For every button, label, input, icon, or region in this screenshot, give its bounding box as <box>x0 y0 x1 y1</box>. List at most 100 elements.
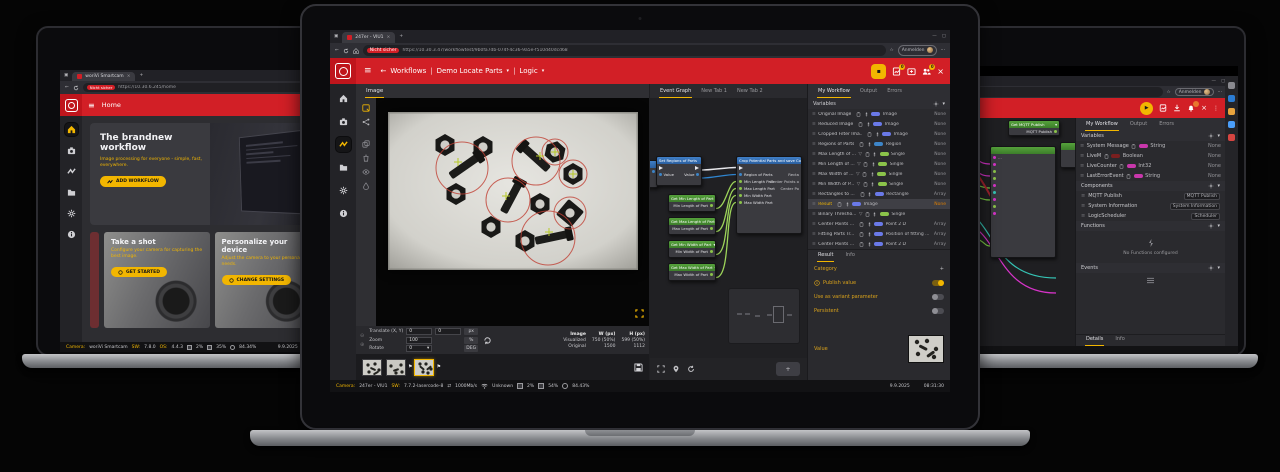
edge-sidebar-icon[interactable] <box>1228 95 1235 102</box>
component-row[interactable]: ≡ LogicScheduler Scheduler <box>1076 211 1225 221</box>
component-row[interactable]: ≡ System Information System Information <box>1076 201 1225 211</box>
image-thumbnail[interactable] <box>386 359 406 376</box>
tab-image[interactable]: Image <box>365 86 384 98</box>
clipboard-icon[interactable] <box>1126 174 1131 179</box>
back-icon[interactable]: ← <box>65 85 69 90</box>
gear-icon[interactable] <box>1208 133 1214 139</box>
tab-info[interactable]: Info <box>1114 334 1125 346</box>
image-viewport[interactable] <box>376 98 649 326</box>
translate-y-input[interactable]: 0 <box>435 328 461 335</box>
carousel-card-edge[interactable] <box>90 232 99 328</box>
tab-details[interactable]: Details <box>1085 334 1104 346</box>
clipboard-icon[interactable] <box>859 142 864 147</box>
drag-handle[interactable]: ≡ <box>812 162 816 167</box>
pin-icon[interactable] <box>867 242 872 247</box>
sidebar-item-info[interactable] <box>336 206 351 221</box>
variable-row[interactable]: ≡ Fitting Parts Tr... Position of fittin… <box>808 229 950 239</box>
pin-icon[interactable] <box>866 122 871 127</box>
drag-handle[interactable]: ≡ <box>812 222 816 227</box>
clipboard-icon[interactable] <box>837 202 842 207</box>
rotate-select[interactable]: 0▾ <box>406 345 432 352</box>
clipboard-icon[interactable] <box>867 132 872 137</box>
tab-info[interactable]: Info <box>844 250 855 262</box>
variable-row[interactable]: ≡ LiveM Boolean None <box>1076 151 1225 161</box>
collapse-icon[interactable]: ▾ <box>942 101 945 107</box>
graph-node[interactable]: Get MQTT Publish▾ MQTT Publish <box>1008 120 1060 136</box>
variable-row[interactable]: ≡ Max Width of ... ▽ Single None <box>808 169 950 179</box>
back-to-workflows-icon[interactable]: ← <box>381 67 387 75</box>
close-workflow-icon[interactable]: × <box>1201 104 1207 112</box>
tab-output[interactable]: Output <box>859 86 878 98</box>
gear-icon[interactable] <box>933 101 939 107</box>
drag-handle[interactable]: ≡ <box>812 142 816 147</box>
report-icon[interactable] <box>1159 104 1167 112</box>
node-input-pin[interactable]: Min Width Part <box>744 193 772 198</box>
variables-section-header[interactable]: Variables ▾ <box>1076 131 1225 141</box>
tab-errors[interactable]: Errors <box>886 86 903 98</box>
browser-tab[interactable]: 247er - VIU1 × <box>342 32 395 43</box>
variable-row[interactable]: ≡ Max Length of ... ▽ Single None <box>808 149 950 159</box>
graph-node-getter[interactable]: Get Min Length of Part▾ Min Length of Pa… <box>668 194 716 212</box>
variable-row[interactable]: ≡ Original Image Image None <box>808 109 950 119</box>
trash-icon[interactable] <box>362 154 370 162</box>
pin-icon[interactable] <box>872 152 877 157</box>
signin-button[interactable]: Anmelden <box>898 45 937 56</box>
pin-icon[interactable] <box>864 112 869 117</box>
drag-handle[interactable]: ≡ <box>812 182 816 187</box>
tab-output[interactable]: Output <box>1129 119 1148 131</box>
drag-handle[interactable]: ≡ <box>1081 203 1085 209</box>
clipboard-icon[interactable] <box>865 212 870 217</box>
drag-handle[interactable]: ≡ <box>1080 173 1084 179</box>
fit-image-icon[interactable] <box>635 309 644 318</box>
gear-icon[interactable] <box>1208 223 1214 229</box>
variable-row[interactable]: ≡ System Message String None <box>1076 141 1225 151</box>
collapse-icon[interactable]: ▾ <box>1217 183 1220 189</box>
save-icon[interactable] <box>634 363 643 372</box>
fit-graph-icon[interactable] <box>657 365 665 373</box>
run-button[interactable]: ▶ <box>1140 102 1153 115</box>
clipboard-icon[interactable] <box>858 122 863 127</box>
add-category-icon[interactable]: + <box>940 266 944 272</box>
browser-tab[interactable]: woriVi Smartcam × <box>72 72 135 81</box>
tab-my-workflow[interactable]: My Workflow <box>817 86 851 98</box>
pin-icon[interactable] <box>871 162 876 167</box>
node-output-pin[interactable]: Recta <box>788 172 799 177</box>
tab-errors[interactable]: Errors <box>1158 119 1175 131</box>
tab-my-workflow[interactable]: My Workflow <box>1085 119 1119 131</box>
drag-handle[interactable]: ≡ <box>1080 163 1084 169</box>
drag-handle[interactable]: ≡ <box>812 112 816 117</box>
drag-handle[interactable]: ≡ <box>812 202 816 207</box>
zoom-input[interactable]: 100 <box>406 337 432 344</box>
home-icon[interactable] <box>353 48 359 54</box>
new-tab-button[interactable]: + <box>139 73 143 78</box>
notifications-icon[interactable] <box>1187 104 1195 112</box>
graph-node[interactable] <box>1060 142 1075 168</box>
drag-handle[interactable]: ≡ <box>1081 213 1085 219</box>
locate-icon[interactable] <box>672 365 680 373</box>
events-section-header[interactable]: Events ▾ <box>1076 263 1225 273</box>
clipboard-icon[interactable] <box>1119 164 1124 169</box>
share-nodes-icon[interactable] <box>362 118 370 126</box>
clipboard-icon[interactable] <box>1104 154 1109 159</box>
refresh-icon[interactable] <box>343 48 349 54</box>
graph-node-crop[interactable]: Crop Potential Parts and save Coordi Reg… <box>736 156 802 234</box>
graph-minimap[interactable] <box>728 288 800 344</box>
back-icon[interactable]: ← <box>335 48 339 53</box>
variable-row[interactable]: ≡ LiveCounter Int32 None <box>1076 161 1225 171</box>
drag-handle[interactable]: ≡ <box>812 212 816 217</box>
edge-sidebar-icon[interactable] <box>1228 108 1235 115</box>
bookmark-icon[interactable]: ☆ <box>890 48 894 53</box>
variable-row[interactable]: ≡ Min Length of ... ▽ Single None <box>808 159 950 169</box>
export-icon[interactable] <box>1173 104 1181 112</box>
variable-row[interactable]: ≡ Reduced Image Image None <box>808 119 950 129</box>
refresh-graph-icon[interactable] <box>687 365 695 373</box>
sidebar-item-camera[interactable] <box>336 114 351 129</box>
variable-row[interactable]: ≡ Rectangles to ... Rectangle Array <box>808 189 950 199</box>
chevron-down-icon[interactable]: ▾ <box>542 68 545 74</box>
drag-handle[interactable]: ≡ <box>812 132 816 137</box>
url-field[interactable]: Nicht sicher https://10.30.6.245/home <box>83 83 315 93</box>
drag-handle[interactable]: ≡ <box>812 172 816 177</box>
variable-row[interactable]: ≡ Result Image None <box>808 199 950 209</box>
chevron-down-icon[interactable]: ▾ <box>507 68 510 74</box>
pin-icon[interactable] <box>845 202 850 207</box>
